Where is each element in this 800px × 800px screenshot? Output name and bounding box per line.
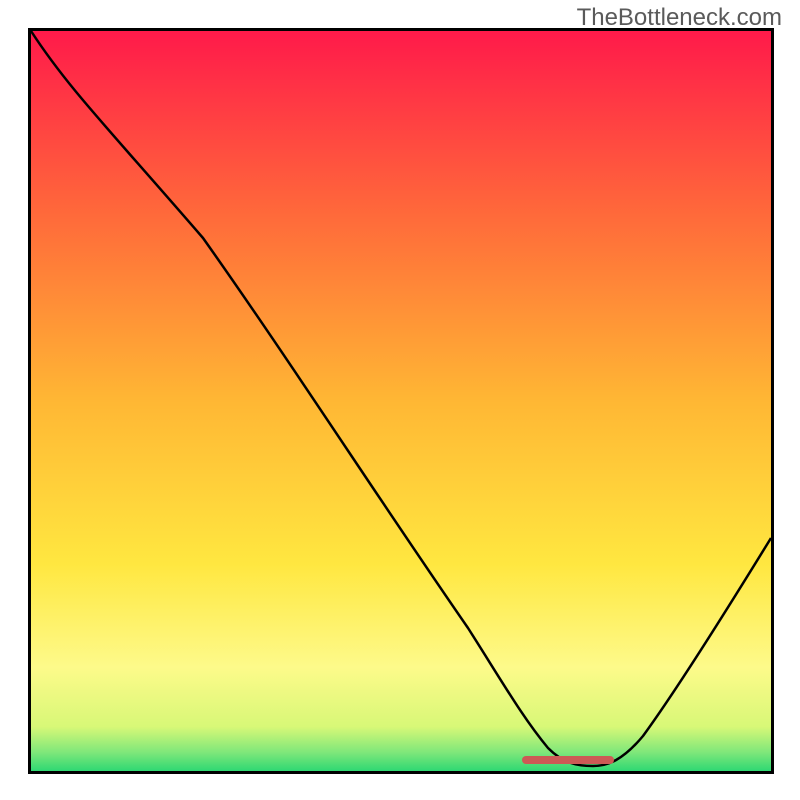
plot-area	[28, 28, 774, 774]
gradient-background	[31, 31, 771, 771]
chart-container: TheBottleneck.com	[0, 0, 800, 800]
watermark-text: TheBottleneck.com	[577, 4, 782, 32]
chart-svg	[28, 28, 774, 774]
